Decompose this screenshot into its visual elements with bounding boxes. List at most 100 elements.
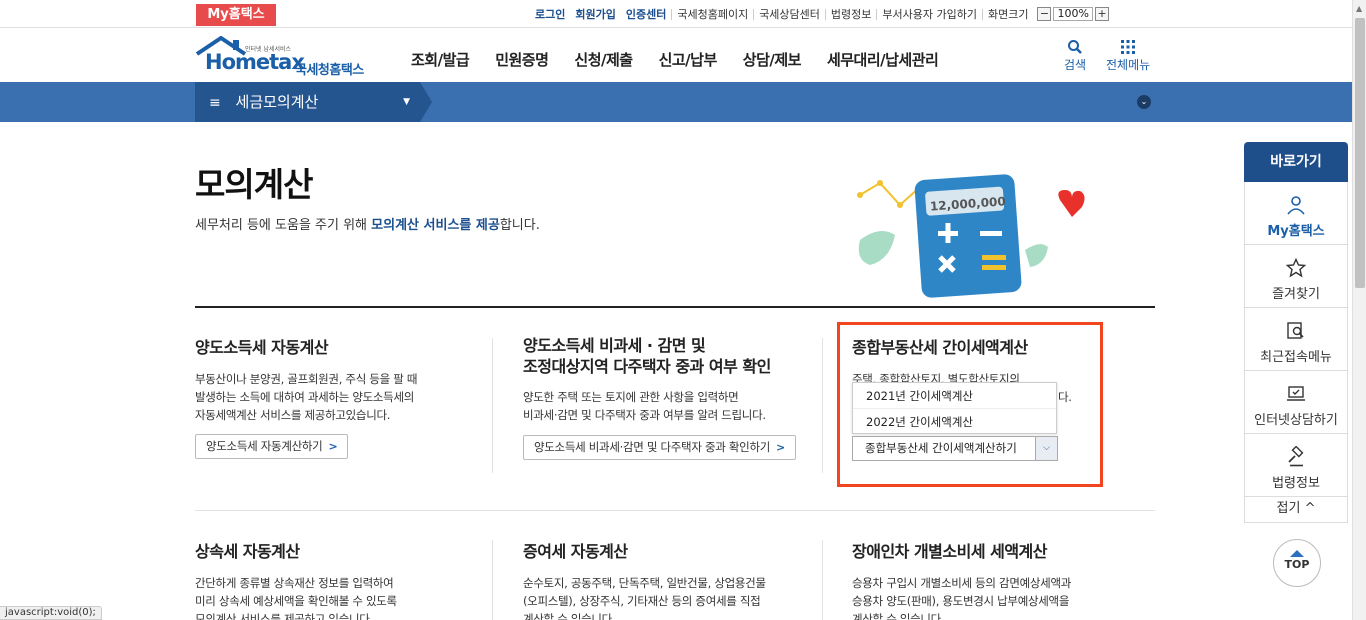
scroll-up-icon[interactable]: ▲ [1356,4,1362,13]
main-menu: 조회/발급 민원증명 신청/제출 신고/납부 상담/제보 세무대리/납세관리 [411,49,964,70]
desc-line: 양도한 주택 또는 토지에 관한 사항을 입력하면 [523,390,739,404]
quick-label: 즐겨찾기 [1272,287,1320,302]
quick-label: 최근접속메뉴 [1260,350,1332,365]
recent-search-icon [1287,322,1304,339]
quick-menu: 바로가기 My홈택스 즐겨찾기 최근접속메뉴 인터넷상담하기 법령정보 접기 ^ [1244,142,1348,523]
desc-line: 계산할 수 있습니다. [852,612,945,620]
card-desc-gift-tax: 순수토지, 공동주택, 단독주택, 일반건물, 상업용건물 (오피스텔), 상장… [523,574,766,620]
desc-line: (오피스텔), 상장주식, 기타재산 등의 증여세를 직접 [523,594,761,608]
dropdown-option-2022[interactable]: 2022년 간이세액계산 [853,409,1056,435]
transfer-tax-calc-button[interactable]: 양도소득세 자동계산하기 > [195,434,349,459]
menu-report[interactable]: 신고/납부 [659,49,718,70]
page-description: 세무처리 등에 도움을 주기 위해 모의계산 서비스를 제공합니다. [195,214,540,233]
logo-brand: Hometax [205,50,305,74]
quick-favorites[interactable]: 즐겨찾기 [1244,245,1348,308]
quick-law-info[interactable]: 법령정보 [1244,434,1348,497]
chevron-down-icon: ⌵ [1035,437,1057,460]
arrow-up-icon [1290,550,1304,557]
caret-down-icon: ▼ [403,97,410,107]
select-value: 종합부동산세 간이세액계산하기 [865,441,1017,455]
quick-fold-button[interactable]: 접기 ^ [1244,497,1348,523]
desc-highlight: 모의계산 서비스를 제공 [371,218,500,233]
category-dropdown[interactable]: ≡ 세금모의계산 ▼ [195,82,420,122]
row-divider [195,510,1155,511]
quick-my-hometax[interactable]: My홈택스 [1244,182,1348,245]
card-title-inheritance-tax: 상속세 자동계산 [195,542,300,561]
nts-homepage-link[interactable]: 국세청홈페이지 [671,8,753,20]
chevron-right-icon: > [328,440,338,453]
column-separator [492,338,493,473]
desc-line: 자동세액계산 서비스를 제공하고있습니다. [195,408,391,422]
dropdown-option-2021[interactable]: 2021년 간이세액계산 [853,383,1056,409]
calculator-illustration: 12,000,000 [850,165,1090,300]
menu-civil[interactable]: 민원증명 [495,49,549,70]
comprehensive-tax-select[interactable]: 종합부동산세 간이세액계산하기 ⌵ [852,436,1058,461]
star-icon [1285,257,1307,278]
column-separator [822,540,823,620]
desc-line: 계산할 수 있습니다. [523,612,616,620]
section-divider [195,306,1155,308]
my-hometax-button[interactable]: My홈택스 [196,4,276,26]
card-desc-exemption: 양도한 주택 또는 토지에 관한 사항을 입력하면 비과세·감면 및 다주택자 … [523,388,766,424]
screen-size-label: 화면크기 [981,8,1033,20]
law-info-link[interactable]: 법령정보 [824,8,876,20]
hamburger-icon: ≡ [209,95,221,111]
category-title: 세금모의계산 [235,93,319,111]
desc-line: 부동산이나 분양권, 골프회원권, 주식 등을 팔 때 [195,372,418,386]
vertical-scrollbar[interactable]: ▲ [1352,0,1366,620]
dept-user-join-link[interactable]: 부서사용자 가입하기 [876,8,982,20]
chevron-down-icon[interactable]: ⌄ [1137,95,1151,109]
zoom-in-button[interactable]: + [1094,7,1109,21]
scrollbar-thumb[interactable] [1355,18,1365,288]
grid-menu-icon [1121,40,1136,54]
all-menu-button[interactable]: 전체메뉴 [1106,38,1150,73]
menu-agent[interactable]: 세무대리/납세관리 [827,49,939,70]
chevron-right-icon: > [776,441,785,454]
desc-line: 간단하게 종류별 상속재산 정보를 입력하여 [195,576,394,590]
desc-text-pre: 세무처리 등에 도움을 주기 위해 [195,218,372,233]
quick-menu-title: 바로가기 [1244,142,1348,182]
login-link[interactable]: 로그인 [530,9,570,20]
zoom-out-button[interactable]: − [1037,7,1052,21]
title-line: 양도소득세 비과세 · 감면 및 [523,336,706,355]
join-link[interactable]: 회원가입 [570,9,620,20]
column-separator [492,540,493,620]
menu-counsel[interactable]: 상담/제보 [743,49,802,70]
menu-inquiry[interactable]: 조회/발급 [411,49,470,70]
desc-line: 승용차 양도(판매), 용도변경시 납부예상세액을 [852,594,1070,608]
quick-label: My홈택스 [1267,224,1325,239]
page-title: 모의계산 [195,165,313,204]
cert-center-link[interactable]: 인증센터 [621,9,671,20]
laptop-check-icon [1287,386,1305,401]
desc-line: 발생하는 소득에 대하여 과세하는 양도소득세의 [195,390,415,404]
quick-recent-menu[interactable]: 최근접속메뉴 [1244,308,1348,371]
card-desc-disabled-car-tax: 승용차 구입시 개별소비세 등의 감면예상세액과 승용차 양도(판매), 용도변… [852,574,1071,620]
exemption-check-button[interactable]: 양도소득세 비과세·감면 및 다주택자 중과 확인하기 > [523,435,796,460]
card-title-gift-tax: 증여세 자동계산 [523,542,628,561]
top-label: TOP [1284,558,1310,571]
quick-label: 법령정보 [1272,476,1320,491]
hometax-logo[interactable]: 인터넷 납세서비스 Hometax 국세청홈택스 [195,36,380,78]
zoom-control: − 100% + [1037,7,1109,21]
column-separator [822,338,823,473]
search-button[interactable]: 검색 [1064,38,1086,73]
card-desc-transfer-tax: 부동산이나 분양권, 골프회원권, 주식 등을 팔 때 발생하는 소득에 대하여… [195,370,417,424]
quick-internet-counsel[interactable]: 인터넷상담하기 [1244,371,1348,434]
utility-bar: My홈택스 로그인 회원가입 인증센터 국세청홈페이지 국세상담센터 법령정보 … [0,0,1352,28]
quick-label: 인터넷상담하기 [1254,413,1338,428]
card-desc-inheritance-tax: 간단하게 종류별 상속재산 정보를 입력하여 미리 상속세 예상세액을 확인해볼… [195,574,397,620]
top-button[interactable]: TOP [1273,539,1321,587]
card-title-disabled-car-tax: 장애인차 개별소비세 세액계산 [852,542,1048,561]
search-icon [1068,40,1082,54]
counsel-center-link[interactable]: 국세상담센터 [753,8,825,20]
zoom-value: 100% [1053,7,1093,21]
desc-line: 순수토지, 공동주택, 단독주택, 일반건물, 상업용건물 [523,576,766,590]
logo-name: 국세청홈택스 [295,63,364,78]
location-band: ≡ 세금모의계산 ▼ ⌄ [0,82,1352,122]
calculator-icon: 12,000,000 [857,174,1085,298]
status-bar: javascript:void(0); [0,606,102,620]
button-label: 양도소득세 비과세·감면 및 다주택자 중과 확인하기 [534,440,771,454]
desc-line: 비과세·감면 및 다주택자 중과 여부를 알려 드립니다. [523,408,766,422]
year-dropdown-list: 2021년 간이세액계산 2022년 간이세액계산 [852,382,1057,435]
menu-apply[interactable]: 신청/제출 [574,49,633,70]
